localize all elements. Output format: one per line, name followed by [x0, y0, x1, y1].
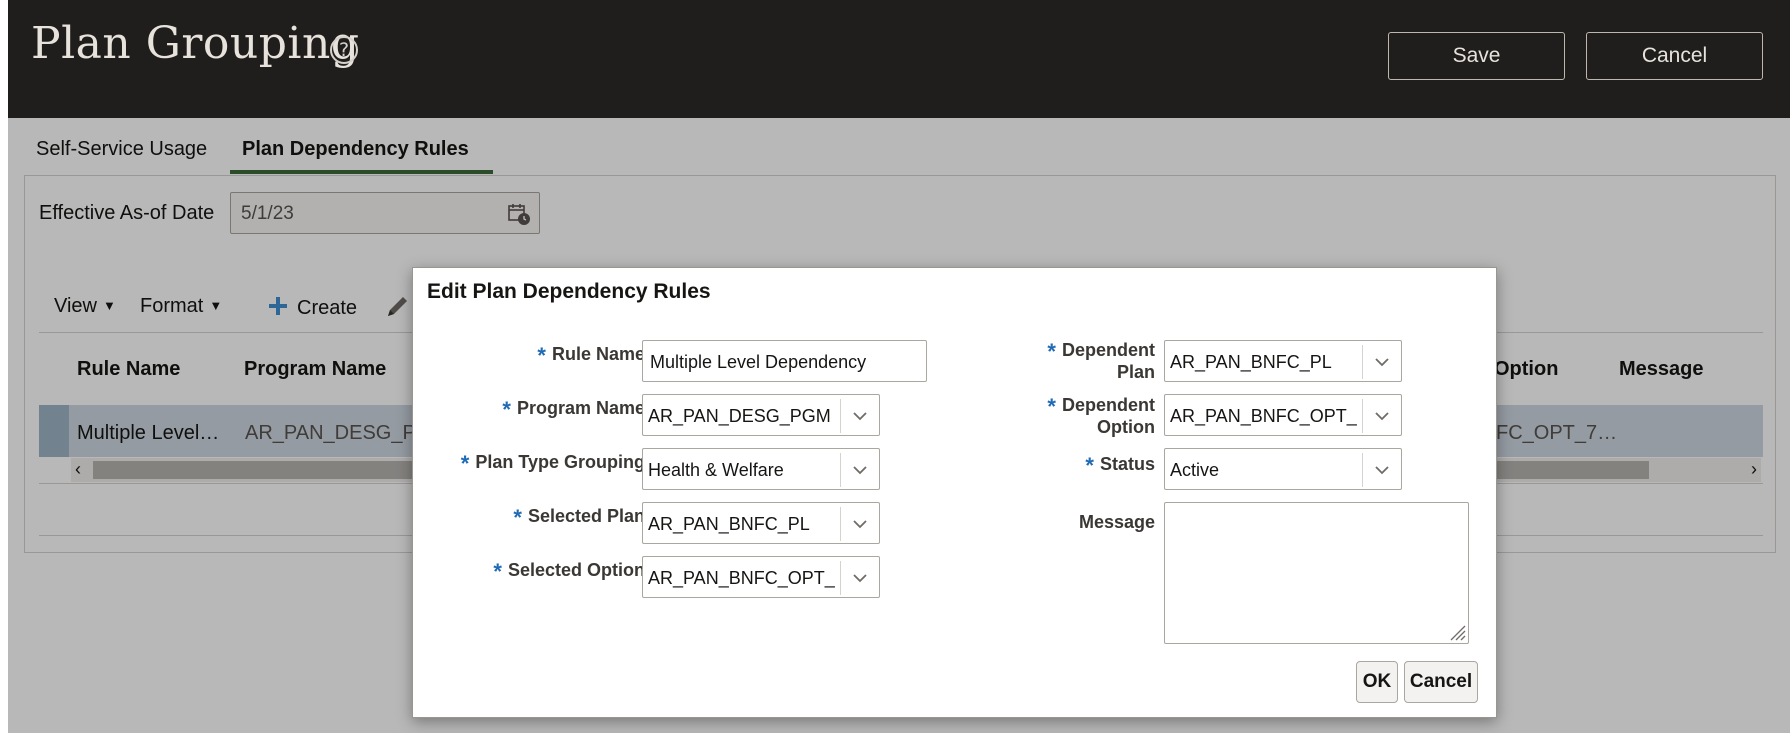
dependent-option-value: AR_PAN_BNFC_OPT_ [1170, 406, 1357, 426]
dependent-plan-label: * Dependent Plan [1047, 339, 1155, 382]
status-value: Active [1170, 460, 1220, 480]
plan-type-grouping-label: * Plan Type Grouping [460, 451, 645, 476]
program-name-value: AR_PAN_DESG_PGM [648, 406, 831, 426]
rule-name-value: Multiple Level Dependency [650, 352, 867, 372]
dialog-cancel-button[interactable]: Cancel [1404, 661, 1478, 703]
status-label: * Status [1085, 453, 1155, 478]
message-label: Message [1078, 512, 1155, 532]
required-asterisk: * [513, 505, 522, 530]
required-asterisk: * [1085, 453, 1094, 478]
page-title: Plan Grouping [31, 18, 360, 69]
required-asterisk: * [537, 343, 546, 368]
program-name-label: * Program Name [502, 397, 645, 422]
dependent-plan-select[interactable]: AR_PAN_BNFC_PL [1164, 340, 1402, 382]
status-select[interactable]: Active [1164, 448, 1402, 490]
resize-grip-icon[interactable] [1446, 621, 1466, 641]
chevron-down-icon[interactable] [851, 515, 869, 533]
required-asterisk: * [493, 559, 502, 584]
plan-type-grouping-value: Health & Welfare [648, 460, 784, 480]
selected-plan-label: * Selected Plan [513, 505, 645, 530]
required-asterisk: * [460, 451, 470, 476]
selected-plan-value: AR_PAN_BNFC_PL [648, 514, 810, 534]
rule-name-label: * Rule Name [537, 343, 645, 368]
required-asterisk: * [1047, 339, 1056, 364]
chevron-down-icon[interactable] [1373, 407, 1391, 425]
dependent-option-select[interactable]: AR_PAN_BNFC_OPT_ [1164, 394, 1402, 436]
selected-option-select[interactable]: AR_PAN_BNFC_OPT_ [642, 556, 880, 598]
required-asterisk: * [1047, 394, 1056, 419]
chevron-down-icon[interactable] [1373, 461, 1391, 479]
selected-plan-select[interactable]: AR_PAN_BNFC_PL [642, 502, 880, 544]
ok-button[interactable]: OK [1356, 661, 1398, 703]
chevron-down-icon[interactable] [851, 569, 869, 587]
chevron-down-icon[interactable] [851, 461, 869, 479]
required-asterisk: * [502, 397, 511, 422]
dialog-title: Edit Plan Dependency Rules [427, 280, 711, 303]
program-name-select[interactable]: AR_PAN_DESG_PGM [642, 394, 880, 436]
selected-option-value: AR_PAN_BNFC_OPT_ [648, 568, 835, 588]
selected-option-label: * Selected Option [493, 559, 645, 584]
edit-plan-dependency-rules-dialog: Edit Plan Dependency Rules * Rule Name Mu… [412, 267, 1497, 718]
chevron-down-icon[interactable] [851, 407, 869, 425]
save-button[interactable]: Save [1388, 32, 1565, 80]
dependent-option-label: * Dependent Option [1047, 394, 1155, 437]
cancel-button[interactable]: Cancel [1586, 32, 1763, 80]
chevron-down-icon[interactable] [1373, 353, 1391, 371]
message-textarea[interactable] [1164, 502, 1469, 644]
page-header: Plan Grouping ? Save Cancel [8, 0, 1790, 118]
dependent-plan-value: AR_PAN_BNFC_PL [1170, 352, 1332, 372]
rule-name-input[interactable]: Multiple Level Dependency [642, 340, 927, 382]
help-circle-icon[interactable]: ? [330, 36, 358, 64]
plan-type-grouping-select[interactable]: Health & Welfare [642, 448, 880, 490]
